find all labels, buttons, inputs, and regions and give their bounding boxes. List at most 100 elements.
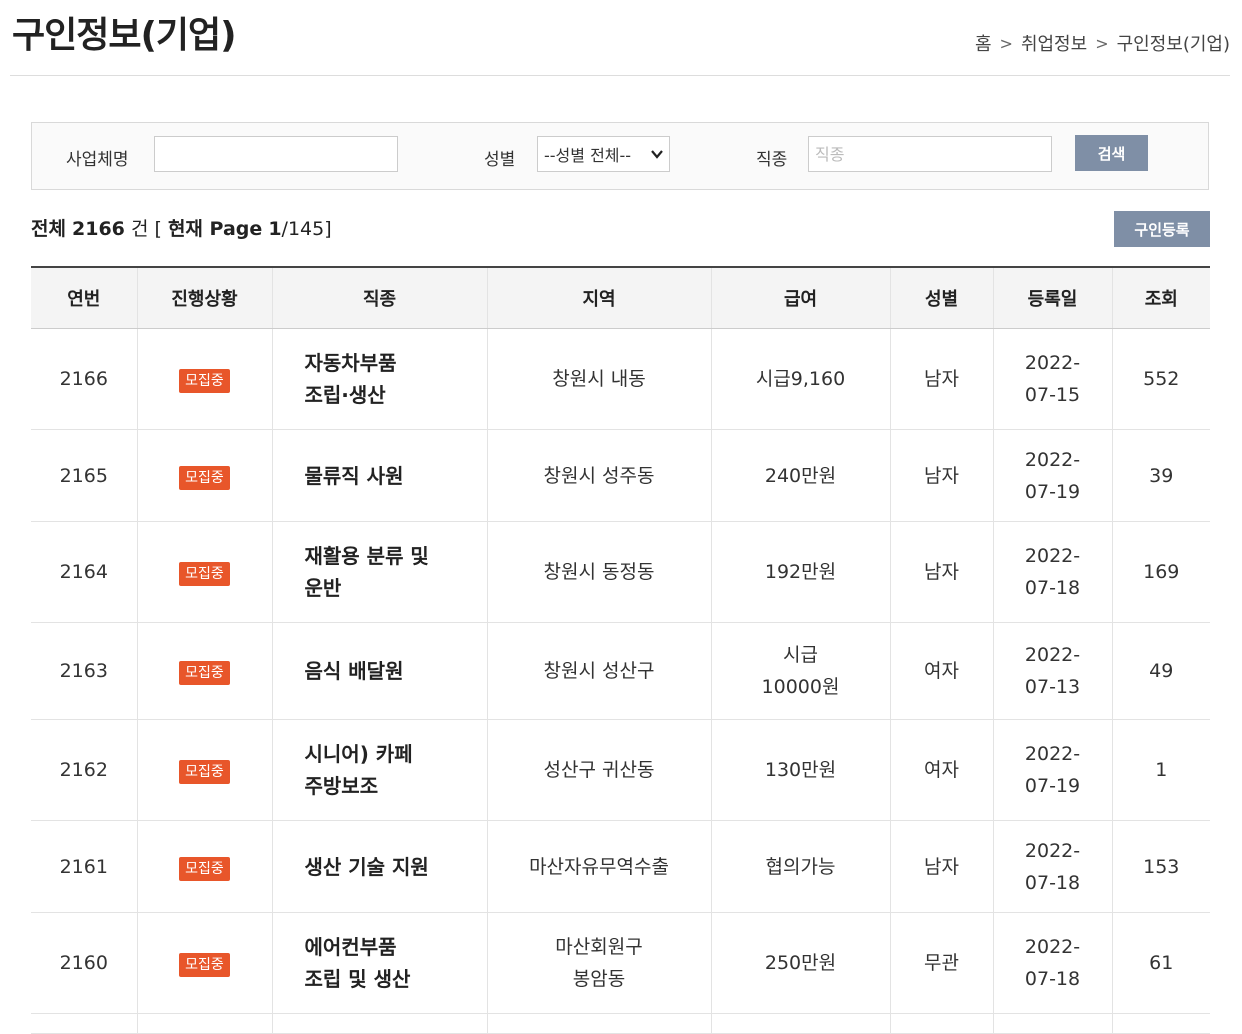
cell-status: 모집중 bbox=[136, 521, 272, 623]
job-title-line[interactable]: 조립·생산 bbox=[305, 383, 386, 407]
col-header-status: 진행상황 bbox=[136, 267, 272, 329]
cell-views: 39 bbox=[1111, 429, 1210, 522]
pay-line: 10000원 bbox=[761, 676, 840, 698]
page-close-bracket: ] bbox=[324, 218, 332, 240]
cell-region: 창원시 동정동 bbox=[486, 521, 711, 623]
total-unit: 건 bbox=[130, 218, 149, 240]
table-header-row: 연번 진행상황 직종 지역 급여 성별 등록일 조회 bbox=[31, 267, 1210, 329]
breadcrumb-employment-info[interactable]: 취업정보 bbox=[1021, 30, 1087, 56]
date-monthday: 07-19 bbox=[1024, 480, 1081, 503]
company-name-label: 사업체명 bbox=[66, 150, 129, 170]
cell-gender: 남자 bbox=[889, 429, 993, 522]
job-title-line[interactable]: 주방보조 bbox=[305, 774, 379, 798]
status-badge: 모집중 bbox=[179, 369, 230, 393]
cell-job[interactable]: 재활용 분류 및운반 bbox=[271, 521, 487, 623]
cell-date: 2022- 07-18 bbox=[992, 521, 1112, 623]
cell-views: 552 bbox=[1111, 328, 1210, 430]
date-year: 2022- bbox=[1024, 448, 1081, 471]
cell-job[interactable]: 생산 기술 지원 bbox=[271, 820, 487, 913]
breadcrumb-home[interactable]: 홈 bbox=[975, 30, 992, 56]
cell-region: 마산자유무역수출 bbox=[486, 820, 711, 913]
cell-no: 2166 bbox=[31, 328, 137, 430]
cell-date: 2022- 07-19 bbox=[992, 429, 1112, 522]
register-job-button[interactable]: 구인등록 bbox=[1114, 211, 1210, 247]
job-title-line[interactable]: 재활용 분류 및 bbox=[305, 544, 429, 568]
col-header-region: 지역 bbox=[486, 267, 711, 329]
table-row[interactable]: 2165 모집중 물류직 사원 창원시 성주동 240만원 남자 2022- 07… bbox=[31, 429, 1210, 522]
cell-job[interactable]: 물류직 사원 bbox=[271, 429, 487, 522]
gender-select[interactable]: --성별 전체-- bbox=[537, 136, 670, 172]
cell-status: 모집중 bbox=[136, 820, 272, 913]
table-row[interactable]: 2163 모집중 음식 배달원 창원시 성산구 시급 10000원 여자 2022… bbox=[31, 622, 1210, 720]
cell-job[interactable]: 자동차부품조립·생산 bbox=[271, 328, 487, 430]
cell-status: 모집중 bbox=[136, 719, 272, 821]
cell-date: 2022- 07-15 bbox=[992, 328, 1112, 430]
cell-region: 창원시 성산구 bbox=[486, 622, 711, 720]
search-button[interactable]: 검색 bbox=[1075, 135, 1148, 171]
cell-date: 2022- 07-18 bbox=[992, 820, 1112, 913]
cell-views: 1 bbox=[1111, 719, 1210, 821]
company-name-input[interactable] bbox=[154, 136, 398, 172]
breadcrumb-current[interactable]: 구인정보(기업) bbox=[1117, 30, 1230, 56]
date-year: 2022- bbox=[1024, 743, 1081, 765]
cell-date: 2022- 07-18 bbox=[992, 912, 1112, 1014]
col-header-views: 조회 bbox=[1111, 267, 1210, 329]
gender-select-value: --성별 전체-- bbox=[544, 146, 632, 165]
breadcrumb: 홈 > 취업정보 > 구인정보(기업) bbox=[975, 30, 1230, 56]
total-label: 전체 bbox=[31, 218, 66, 240]
table-row[interactable]: 2164 모집중 재활용 분류 및 운반 창원시 동정동 192만원 남자 202… bbox=[31, 521, 1210, 623]
region-line: 마산회원구 bbox=[555, 936, 643, 958]
cell-job[interactable]: 음식 배달원 bbox=[271, 622, 487, 720]
job-title-line[interactable]: 운반 bbox=[305, 576, 342, 600]
date-monthday: 07-18 bbox=[1024, 968, 1081, 990]
col-header-date: 등록일 bbox=[992, 267, 1112, 329]
cell-no: 2161 bbox=[31, 820, 137, 913]
table-row[interactable]: 2162 모집중 시니어) 카페 주방보조 성산구 귀산동 130만원 여자 20… bbox=[31, 719, 1210, 821]
cell-views: 49 bbox=[1111, 622, 1210, 720]
cell-job[interactable]: 시니어) 카페주방보조 bbox=[271, 719, 487, 821]
cell-region: 마산회원구 봉암동 bbox=[486, 912, 711, 1014]
cell-pay: 시급9,160 bbox=[710, 328, 890, 430]
table-row[interactable]: 2161 모집중 생산 기술 지원 마산자유무역수출 협의가능 남자 2022-… bbox=[31, 820, 1210, 913]
date-year: 2022- bbox=[1024, 545, 1081, 567]
cell-region: 성산구 귀산동 bbox=[486, 719, 711, 821]
job-title-line[interactable]: 자동차부품 bbox=[305, 351, 397, 375]
table-row[interactable]: 2160 모집중 에어컨부품 조립 및 생산 마산회원구 봉암동 250만원 무관 … bbox=[31, 912, 1210, 1014]
status-badge: 모집중 bbox=[179, 562, 230, 586]
job-title-line[interactable]: 에어컨부품 bbox=[305, 935, 397, 959]
job-type-input[interactable] bbox=[808, 136, 1052, 172]
table-row[interactable]: 2166 모집중 자동차부품 조립·생산 창원시 내동 시급9,160 남자 20… bbox=[31, 328, 1210, 430]
job-title-line[interactable]: 시니어) 카페 bbox=[305, 742, 413, 766]
cell-job[interactable]: 에어컨부품조립 및 생산 bbox=[271, 912, 487, 1014]
status-badge: 모집중 bbox=[179, 953, 230, 977]
current-page: 1 bbox=[268, 218, 282, 240]
cell-pay: 시급 10000원 bbox=[710, 622, 890, 720]
date-monthday: 07-18 bbox=[1024, 871, 1081, 894]
cell-no: 2160 bbox=[31, 912, 137, 1014]
cell-date: 2022- 07-13 bbox=[992, 622, 1112, 720]
chevron-down-icon bbox=[651, 150, 663, 159]
col-header-job: 직종 bbox=[271, 267, 487, 329]
date-monthday: 07-19 bbox=[1024, 775, 1081, 797]
status-badge: 모집중 bbox=[179, 661, 230, 685]
cell-status: 모집중 bbox=[136, 429, 272, 522]
col-header-gender: 성별 bbox=[889, 267, 993, 329]
date-year: 2022- bbox=[1024, 936, 1081, 958]
cell-views: 61 bbox=[1111, 912, 1210, 1014]
cell-gender: 남자 bbox=[889, 521, 993, 623]
page-open-bracket: [ bbox=[154, 218, 162, 240]
cell-no: 2165 bbox=[31, 429, 137, 522]
cell-region: 창원시 내동 bbox=[486, 328, 711, 430]
cell-gender: 여자 bbox=[889, 719, 993, 821]
cell-views: 169 bbox=[1111, 521, 1210, 623]
cell-pay: 192만원 bbox=[710, 521, 890, 623]
total-count: 2166 bbox=[72, 218, 125, 240]
cell-views: 153 bbox=[1111, 820, 1210, 913]
chevron-right-icon: > bbox=[1095, 33, 1109, 53]
date-year: 2022- bbox=[1024, 352, 1081, 374]
page-title: 구인정보(기업) bbox=[12, 15, 237, 56]
job-title-line[interactable]: 조립 및 생산 bbox=[305, 967, 411, 991]
date-year: 2022- bbox=[1024, 839, 1081, 862]
col-header-pay: 급여 bbox=[710, 267, 890, 329]
cell-gender: 무관 bbox=[889, 912, 993, 1014]
